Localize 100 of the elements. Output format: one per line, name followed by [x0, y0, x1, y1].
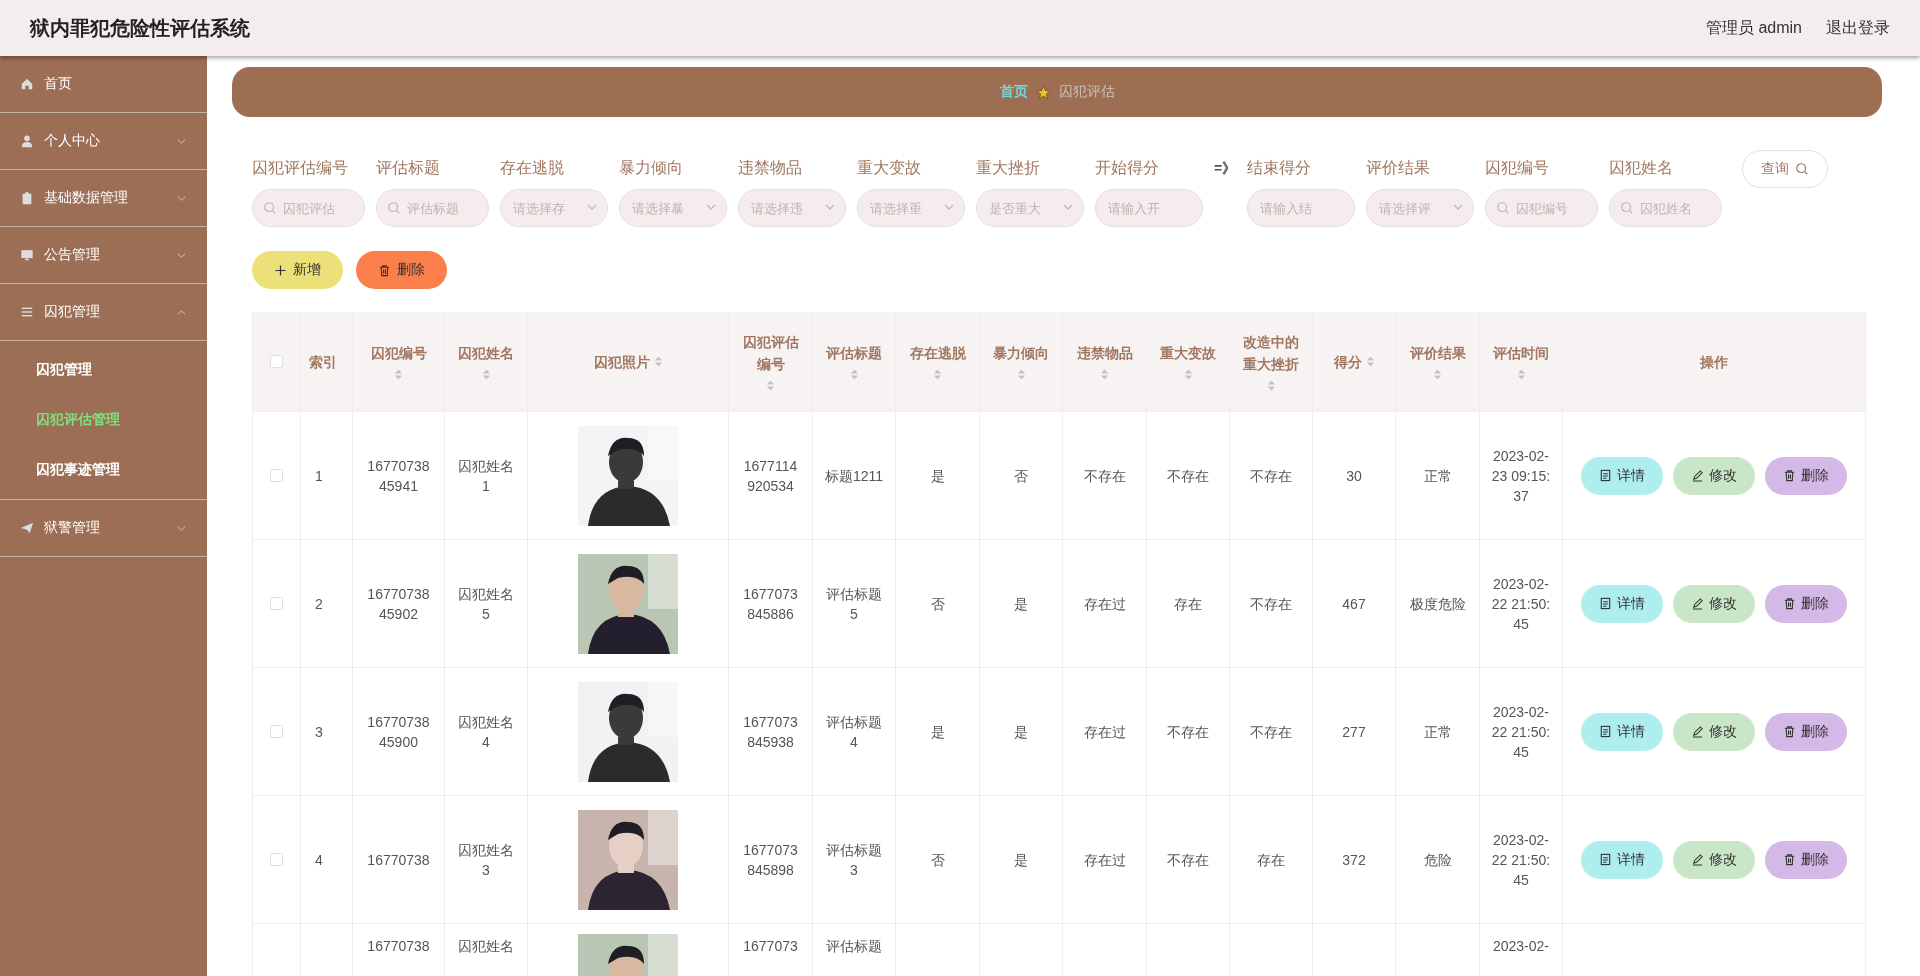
- row-checkbox[interactable]: [270, 853, 283, 866]
- delete-button[interactable]: 删除: [356, 251, 447, 289]
- sort-icon[interactable]: [1100, 368, 1109, 381]
- monitor-icon: [20, 248, 34, 262]
- prisoner-id: 1677073845941: [366, 456, 431, 496]
- prisoner-id: 16770738: [366, 937, 431, 956]
- sidebar-subitem[interactable]: 囚犯事迹管理: [0, 445, 207, 495]
- filter-label: 暴力倾向: [619, 158, 684, 178]
- sidebar-item[interactable]: 公告管理: [0, 227, 207, 284]
- sort-icon[interactable]: [849, 368, 859, 381]
- prisoner-name: 囚犯姓名4: [457, 712, 515, 752]
- filter-label: 结束得分: [1247, 158, 1313, 178]
- incident-value: 不存在: [1167, 722, 1209, 742]
- trash-icon: [378, 263, 391, 277]
- row-index: 3: [315, 722, 323, 742]
- column-header: 囚犯编号: [370, 344, 427, 363]
- score-value: 277: [1342, 722, 1366, 742]
- filter-label: 囚犯编号: [1485, 158, 1551, 178]
- violence-value: 否: [1014, 466, 1028, 486]
- escape-value: 是: [930, 466, 945, 486]
- sidebar-item[interactable]: 囚犯管理: [0, 284, 207, 341]
- sort-icon[interactable]: [933, 368, 942, 381]
- prisoner-id: 1677073845902: [366, 584, 431, 624]
- prisoner-name: 囚犯姓名5: [457, 584, 515, 624]
- trash-icon: [1783, 725, 1796, 738]
- violence-value: 是: [1014, 594, 1028, 614]
- document-icon: [1599, 597, 1612, 610]
- incident-value: 不存在: [1167, 466, 1209, 486]
- logout-link[interactable]: 退出登录: [1826, 17, 1890, 39]
- row-checkbox[interactable]: [270, 597, 283, 610]
- document-icon: [1599, 725, 1612, 738]
- assessment-time: 2023-02-: [1491, 937, 1550, 956]
- sort-icon[interactable]: [1016, 368, 1026, 381]
- edit-button[interactable]: 修改: [1673, 712, 1755, 751]
- filter-label: 重大挫折: [976, 158, 1041, 178]
- row-index: 4: [315, 850, 323, 870]
- filter-label: 评估标题: [376, 158, 441, 178]
- assessment-id: 1677073845938: [742, 712, 799, 752]
- detail-button[interactable]: 详情: [1581, 712, 1663, 751]
- pencil-icon: [1691, 725, 1704, 738]
- search-icon: [263, 201, 277, 215]
- detail-button[interactable]: 详情: [1581, 584, 1663, 623]
- assessment-time: 2023-02-23 09:15:37: [1491, 446, 1551, 506]
- contraband-value: 不存在: [1083, 466, 1126, 486]
- column-header: 违禁物品: [1076, 344, 1133, 363]
- setback-value: 不存在: [1250, 466, 1292, 486]
- select-all-checkbox[interactable]: [270, 355, 283, 368]
- query-button[interactable]: 查询: [1742, 150, 1829, 188]
- row-index: 2: [315, 594, 323, 614]
- result-value: 正常: [1423, 466, 1452, 486]
- row-checkbox[interactable]: [270, 469, 283, 482]
- column-header: 存在逃脱: [909, 344, 966, 363]
- assessment-id: 1677114920534: [742, 456, 799, 496]
- sort-icon[interactable]: [481, 368, 491, 381]
- assessment-id: 1677073845898: [742, 840, 799, 880]
- plus-icon: [274, 263, 287, 277]
- sort-icon[interactable]: [1433, 368, 1442, 381]
- search-icon: [1496, 201, 1511, 215]
- filter-label: 存在逃脱: [500, 158, 565, 178]
- prisoner-name: 囚犯姓名3: [457, 840, 515, 880]
- detail-button[interactable]: 详情: [1581, 456, 1663, 495]
- sort-icon[interactable]: [653, 355, 663, 368]
- sort-icon[interactable]: [1516, 368, 1526, 381]
- sort-icon[interactable]: [1183, 368, 1193, 381]
- edit-button[interactable]: 修改: [1673, 456, 1755, 495]
- delete-button[interactable]: 删除: [1765, 456, 1847, 495]
- prisoner-name: 囚犯姓名1: [457, 456, 515, 496]
- filter-label: 囚犯姓名: [1609, 158, 1675, 178]
- row-checkbox[interactable]: [270, 725, 283, 738]
- search-icon: [387, 201, 401, 215]
- trash-icon: [1783, 853, 1796, 866]
- column-header: 囚犯姓名: [458, 344, 514, 363]
- result-value: 危险: [1423, 850, 1452, 870]
- sidebar-item[interactable]: 基础数据管理: [0, 170, 207, 227]
- assessment-time: 2023-02-22 21:50:45: [1491, 702, 1551, 762]
- escape-value: 否: [930, 594, 945, 614]
- delete-button[interactable]: 删除: [1765, 584, 1847, 623]
- delete-button[interactable]: 删除: [1765, 712, 1847, 751]
- edit-button[interactable]: 修改: [1673, 584, 1755, 623]
- delete-button[interactable]: 删除: [1765, 840, 1847, 879]
- contraband-value: 存在过: [1083, 722, 1126, 742]
- sidebar-subitem[interactable]: 囚犯管理: [0, 345, 207, 395]
- pencil-icon: [1691, 853, 1704, 866]
- score-value: 30: [1346, 466, 1362, 486]
- sort-icon[interactable]: [1365, 355, 1375, 368]
- setback-value: 不存在: [1250, 594, 1292, 614]
- add-button[interactable]: 新增: [252, 251, 343, 289]
- sidebar-item[interactable]: 首页: [0, 56, 207, 113]
- sort-icon[interactable]: [394, 368, 403, 381]
- edit-button[interactable]: 修改: [1673, 840, 1755, 879]
- sort-icon[interactable]: [1266, 379, 1276, 392]
- incident-value: 不存在: [1167, 850, 1209, 870]
- sidebar-item[interactable]: 个人中心: [0, 113, 207, 170]
- assessment-time: 2023-02-22 21:50:45: [1491, 830, 1551, 890]
- column-header: 改造中的重大挫折: [1242, 333, 1300, 374]
- detail-button[interactable]: 详情: [1581, 840, 1663, 879]
- sort-icon[interactable]: [766, 379, 775, 392]
- result-value: 正常: [1423, 722, 1452, 742]
- pencil-icon: [1691, 597, 1704, 610]
- sidebar-item[interactable]: 狱警管理: [0, 500, 207, 557]
